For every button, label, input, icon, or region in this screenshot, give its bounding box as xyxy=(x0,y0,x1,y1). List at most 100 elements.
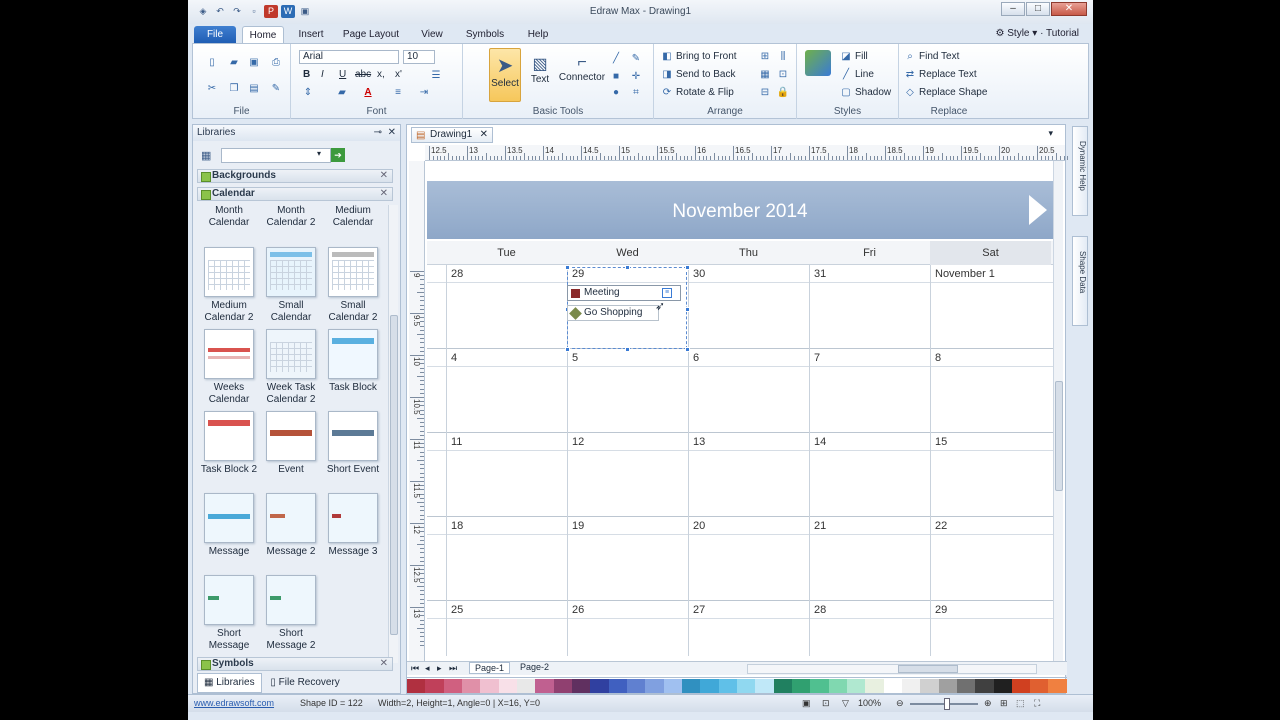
shape-task-block[interactable]: Task Block xyxy=(321,329,385,394)
shape-weeks-calendar[interactable]: Weeks Calendar xyxy=(197,329,261,406)
color-swatch[interactable] xyxy=(681,679,701,693)
color-swatch[interactable] xyxy=(791,679,811,693)
color-swatch[interactable] xyxy=(498,679,517,693)
full-screen-icon[interactable]: ⛶ xyxy=(1034,695,1040,712)
fit-width-icon[interactable]: ⬚ xyxy=(1016,695,1025,712)
pin-icon[interactable]: ⊸ xyxy=(374,125,382,141)
website-link[interactable]: www.edrawsoft.com xyxy=(194,695,274,712)
color-swatch[interactable] xyxy=(956,679,976,693)
calendar-cell[interactable]: 6 xyxy=(688,349,809,433)
color-swatch[interactable] xyxy=(663,679,682,693)
close-tab-icon[interactable]: ✕ xyxy=(480,128,488,142)
resize-handle[interactable] xyxy=(565,347,570,352)
text-tool-button[interactable]: ▧ Text xyxy=(525,48,555,102)
highlight-icon[interactable]: ▰ xyxy=(335,86,349,99)
underline-button[interactable]: U xyxy=(339,69,346,80)
calendar-cell[interactable]: 8 xyxy=(930,349,1051,433)
tab-help[interactable]: Help xyxy=(520,26,556,44)
lock-icon[interactable]: 🔒 xyxy=(776,86,790,99)
bring-to-front-button[interactable]: Bring to Front xyxy=(676,51,737,62)
bold-button[interactable]: B xyxy=(303,69,310,80)
next-month-arrow-icon[interactable] xyxy=(1029,195,1047,225)
shape-month-calendar[interactable]: Month Calendar xyxy=(197,205,261,229)
paste-icon[interactable]: ▤ xyxy=(247,82,261,95)
shape-short-message-2[interactable]: Short Message 2 xyxy=(259,575,323,652)
zoom-in-icon[interactable]: ⊕ xyxy=(984,695,992,712)
color-swatch[interactable] xyxy=(407,679,426,693)
calendar-cell[interactable]: 11 xyxy=(446,433,567,517)
dropdown-icon[interactable]: ▾ xyxy=(317,149,321,158)
font-name-select[interactable]: Arial xyxy=(299,50,399,64)
crop-icon[interactable]: ⌗ xyxy=(629,86,643,99)
replace-text-button[interactable]: Replace Text xyxy=(919,69,977,80)
font-size-select[interactable]: 10 xyxy=(403,50,435,64)
horizontal-scroll-thumb[interactable] xyxy=(898,665,958,673)
tab-insert[interactable]: Insert xyxy=(292,26,330,44)
align-shapes-icon[interactable]: ⊞ xyxy=(758,50,772,63)
prev-page-icon[interactable]: ◂ xyxy=(425,663,430,674)
calendar-cell[interactable]: 18 xyxy=(446,517,567,601)
shape-small-calendar[interactable]: Small Calendar xyxy=(259,247,323,324)
calendar-header[interactable]: November 2014 xyxy=(427,181,1053,239)
view-fullscreen-icon[interactable]: ⊡ xyxy=(822,695,830,712)
library-scroll-thumb[interactable] xyxy=(390,315,398,635)
calendar-cell[interactable]: 28 xyxy=(809,601,930,656)
subscript-button[interactable]: x, xyxy=(377,69,385,80)
color-swatch[interactable] xyxy=(626,679,646,693)
strikethrough-button[interactable]: abc xyxy=(355,69,371,80)
shape-short-message[interactable]: Short Message xyxy=(197,575,261,652)
calendar-cell[interactable]: 7 xyxy=(809,349,930,433)
zoom-slider-thumb[interactable] xyxy=(944,698,950,710)
shape-task-block-2[interactable]: Task Block 2 xyxy=(197,411,261,476)
color-swatch[interactable] xyxy=(718,679,737,693)
rectangle-tool-icon[interactable]: ■ xyxy=(609,70,623,83)
shape-medium-calendar[interactable]: Medium Calendar xyxy=(321,205,385,229)
color-swatch[interactable] xyxy=(516,679,536,693)
dynamic-help-tab[interactable]: Dynamic Help xyxy=(1072,126,1088,216)
new-document-icon[interactable]: ▯ xyxy=(205,56,219,69)
color-swatch[interactable] xyxy=(846,679,866,693)
color-swatch[interactable] xyxy=(755,679,774,693)
calendar-cell[interactable]: 14 xyxy=(809,433,930,517)
close-panel-icon[interactable]: ✕ xyxy=(388,125,396,141)
resize-handle[interactable] xyxy=(565,265,570,270)
shape-message-2[interactable]: Message 2 xyxy=(259,493,323,558)
close-category-icon[interactable]: ✕ xyxy=(380,188,388,200)
document-vertical-scrollbar[interactable] xyxy=(1053,161,1063,661)
copy-icon[interactable]: ❐ xyxy=(227,82,241,95)
crosshair-icon[interactable]: ✛ xyxy=(629,70,643,83)
shape-data-tab[interactable]: Shape Data xyxy=(1072,236,1088,326)
italic-button[interactable]: I xyxy=(321,69,324,80)
color-swatch[interactable] xyxy=(828,679,847,693)
color-swatch[interactable] xyxy=(425,679,444,693)
color-swatch[interactable] xyxy=(736,679,756,693)
resize-handle[interactable] xyxy=(685,265,690,270)
color-swatch[interactable] xyxy=(571,679,591,693)
color-swatch[interactable] xyxy=(535,679,554,693)
zoom-out-icon[interactable]: ⊖ xyxy=(896,695,904,712)
shape-medium-calendar-2[interactable]: Medium Calendar 2 xyxy=(197,247,261,324)
tab-menu-icon[interactable]: ▾ xyxy=(1048,128,1053,139)
color-swatch[interactable] xyxy=(865,679,884,693)
ungroup-icon[interactable]: ⊡ xyxy=(776,68,790,81)
shape-month-calendar-2[interactable]: Month Calendar 2 xyxy=(259,205,323,229)
connector-tool-button[interactable]: ⌐ Connector xyxy=(557,48,607,102)
calendar-cell[interactable]: 20 xyxy=(688,517,809,601)
font-color-icon[interactable]: A xyxy=(361,86,375,99)
category-backgrounds[interactable]: Backgrounds ✕ xyxy=(197,169,393,183)
view-web-icon[interactable]: ▽ xyxy=(842,695,849,712)
color-swatch[interactable] xyxy=(1048,679,1067,693)
minimize-button[interactable]: – xyxy=(1001,2,1025,16)
event-go-shopping[interactable]: Go Shopping xyxy=(567,305,659,321)
pencil-tool-icon[interactable]: ✎ xyxy=(629,52,643,65)
color-swatch[interactable] xyxy=(901,679,921,693)
shape-week-task-calendar-2[interactable]: Week Task Calendar 2 xyxy=(259,329,323,406)
go-icon[interactable]: ➔ xyxy=(331,148,345,162)
first-page-icon[interactable]: ⏮ xyxy=(411,663,419,674)
shape-message-3[interactable]: Message 3 xyxy=(321,493,385,558)
library-scrollbar[interactable] xyxy=(388,205,398,663)
line-tool-icon[interactable]: ╱ xyxy=(609,52,623,65)
view-normal-icon[interactable]: ▣ xyxy=(802,695,811,712)
size-icon[interactable]: ⊟ xyxy=(758,86,772,99)
next-page-icon[interactable]: ▸ xyxy=(437,663,442,674)
